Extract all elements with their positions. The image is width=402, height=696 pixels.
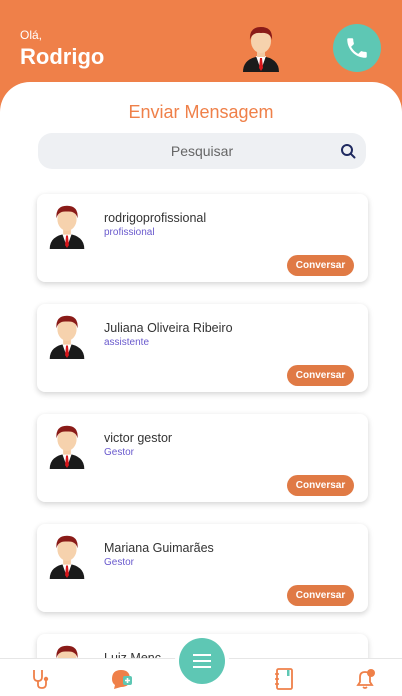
user-name: Rodrigo [20, 44, 105, 69]
contact-avatar [45, 201, 89, 249]
contact-role: profissional [104, 227, 155, 238]
contact-avatar [45, 421, 89, 469]
contact-name: Mariana Guimarães [104, 541, 214, 555]
contact-role: Gestor [104, 557, 135, 568]
user-avatar[interactable] [239, 22, 283, 72]
call-button[interactable] [333, 24, 381, 72]
conversar-button[interactable]: Conversar [287, 255, 354, 276]
conversar-button[interactable]: Conversar [287, 585, 354, 606]
contact-role: assistente [104, 337, 150, 348]
bell-icon[interactable] [354, 668, 376, 690]
contact-avatar [45, 311, 89, 359]
phone-icon [347, 38, 367, 58]
menu-button[interactable] [179, 638, 225, 684]
conversar-button[interactable]: Conversar [287, 365, 354, 386]
search-bar [38, 133, 366, 169]
menu-icon [193, 654, 211, 668]
conversar-button[interactable]: Conversar [287, 475, 354, 496]
page-title: Enviar Mensagem [128, 102, 274, 122]
contact-avatar [45, 531, 89, 579]
greeting: Olá, [20, 28, 43, 42]
stethoscope-icon[interactable] [29, 668, 51, 690]
contact-name: rodrigoprofissional [104, 211, 207, 225]
app-screen: Olá, Rodrigo Enviar Mensagem Pesquisar r… [0, 0, 402, 696]
contact-role: Gestor [104, 447, 135, 458]
contact-name: Juliana Oliveira Ribeiro [104, 321, 233, 335]
contact-card: Mariana Guimarães Gestor Conversar [37, 524, 368, 612]
contact-card: Juliana Oliveira Ribeiro assistente Conv… [37, 304, 368, 392]
contact-card: victor gestor Gestor Conversar [37, 414, 368, 502]
chat-plus-icon[interactable] [109, 667, 133, 691]
search-icon[interactable] [340, 143, 356, 159]
contact-card: rodrigoprofissional profissional Convers… [37, 194, 368, 282]
contacts-book-icon[interactable] [273, 668, 295, 690]
search-input[interactable] [38, 133, 366, 169]
contact-name: victor gestor [104, 431, 173, 445]
